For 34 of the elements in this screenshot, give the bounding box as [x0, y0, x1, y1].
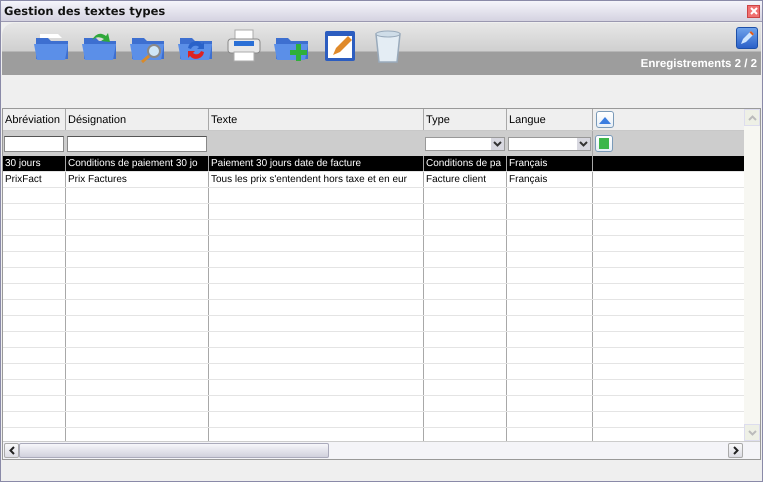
table-cell: Français	[507, 172, 593, 187]
table-cell: Français	[507, 156, 593, 171]
record-count: Enregistrements 2 / 2	[640, 58, 757, 70]
column-header[interactable]: Langue	[507, 109, 593, 130]
scroll-right-icon[interactable]	[728, 443, 743, 458]
filter-field[interactable]	[4, 136, 64, 152]
close-button[interactable]	[747, 4, 760, 18]
column-header[interactable]: Type	[424, 109, 507, 130]
table-cell: Prix Factures	[66, 172, 209, 187]
table-cell: 30 jours	[3, 156, 66, 171]
horizontal-scrollbar[interactable]	[3, 441, 760, 459]
table-cell: Conditions de pa	[424, 156, 507, 171]
column-header[interactable]: Texte	[209, 109, 424, 130]
table-cell: Tous les prix s'entendent hors taxe et en eur	[209, 172, 424, 187]
table-cell: Facture client	[424, 172, 507, 187]
chevron-down-icon	[493, 140, 502, 146]
window-title: Gestion des textes types	[4, 4, 166, 18]
square-icon	[599, 138, 609, 149]
scroll-left-icon[interactable]	[4, 443, 19, 458]
sort-up-button[interactable]	[596, 111, 614, 128]
column-chooser-button[interactable]	[595, 135, 613, 152]
table-cell: Conditions de paiement 30 jo	[66, 156, 209, 171]
column-header[interactable]: Abréviation	[3, 109, 66, 130]
table-cell: PrixFact	[3, 172, 66, 187]
pencil-icon	[739, 30, 755, 46]
table-cell: Paiement 30 jours date de facture	[209, 156, 424, 171]
filter-dropdown[interactable]	[425, 136, 505, 150]
scroll-thumb[interactable]	[19, 443, 329, 458]
edit-button[interactable]	[736, 27, 758, 49]
filter-field[interactable]	[67, 136, 207, 152]
triangle-up-icon	[599, 116, 611, 124]
chevron-down-icon	[579, 140, 588, 146]
column-header[interactable]: Désignation	[66, 109, 209, 130]
filter-dropdown[interactable]	[508, 136, 591, 150]
